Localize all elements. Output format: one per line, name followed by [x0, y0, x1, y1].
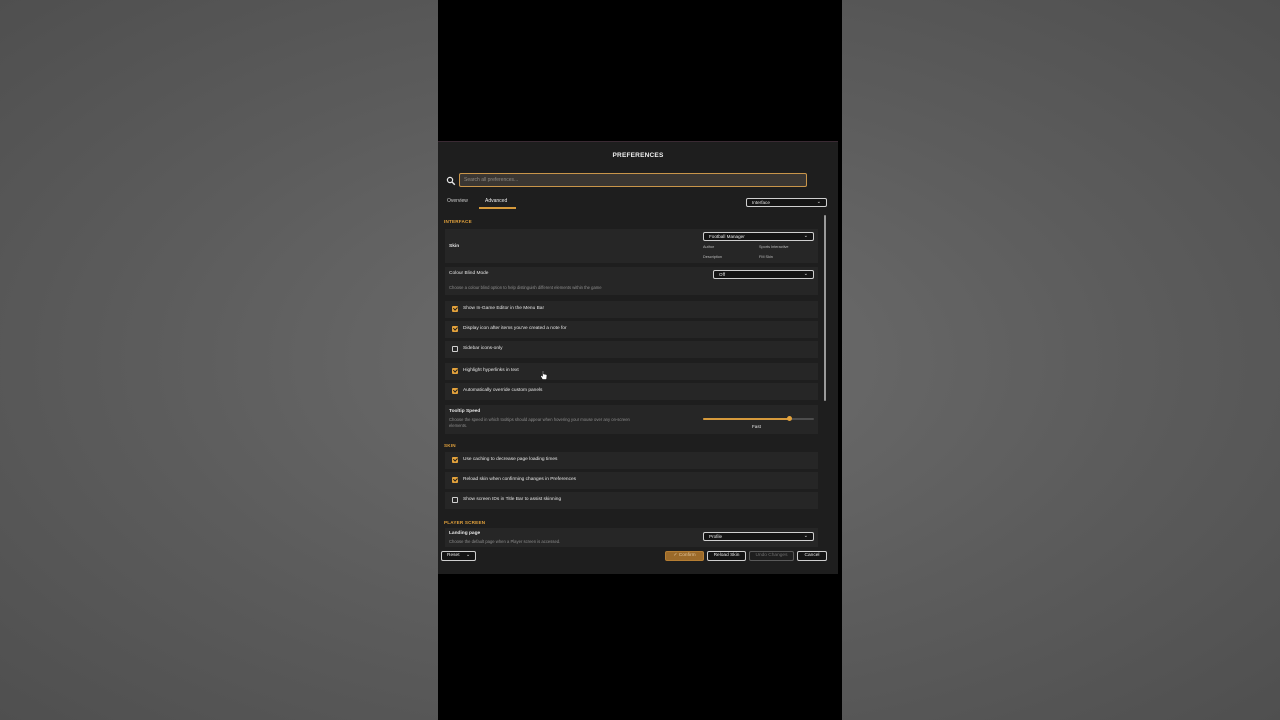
confirm-button[interactable]: ✓ Confirm: [665, 551, 704, 561]
checkbox-label: Show screen IDs in Title Bar to assist s…: [463, 497, 562, 502]
scrollbar[interactable]: [824, 215, 826, 401]
skin-dropdown-value: Football Manager: [709, 234, 745, 239]
search-input[interactable]: [459, 173, 807, 187]
skin-author-value: Sports Interactive: [759, 245, 789, 249]
section-heading-skin: SKIN: [444, 443, 456, 448]
checkbox-unchecked[interactable]: [452, 497, 458, 503]
checkbox-label: Reload skin when confirming changes in P…: [463, 477, 577, 482]
checkbox-row-custom-panels[interactable]: Automatically override custom panels: [445, 383, 818, 400]
checkbox-checked[interactable]: [452, 306, 458, 312]
checkbox-label: Display icon after items you've created …: [463, 326, 567, 331]
skin-description-label: Description: [703, 255, 722, 259]
skin-label: Skin: [449, 244, 460, 249]
checkbox-label: Highlight hyperlinks in text: [463, 368, 519, 373]
preferences-dialog: PREFERENCES Overview Advanced Interface …: [438, 141, 838, 574]
category-dropdown-value: Interface: [752, 200, 770, 205]
checkbox-row-note-icon[interactable]: Display icon after items you've created …: [445, 321, 818, 338]
skin-dropdown[interactable]: Football Manager ⌄: [703, 232, 814, 241]
reset-button[interactable]: Reset ⌄: [441, 551, 476, 561]
checkbox-row-caching[interactable]: Use caching to decrease page loading tim…: [445, 452, 818, 469]
tab-advanced[interactable]: Advanced: [485, 198, 507, 204]
reload-skin-button[interactable]: Reload Skin: [707, 551, 746, 561]
colour-blind-description: Choose a colour blind option to help dis…: [449, 285, 602, 290]
section-heading-interface: INTERFACE: [444, 219, 472, 224]
checkbox-row-sidebar-icons[interactable]: Sidebar icons-only: [445, 341, 818, 358]
chevron-down-icon: ⌄: [803, 271, 808, 277]
hand-cursor-icon: [540, 370, 548, 380]
landing-page-row: Landing page Choose the default page whe…: [445, 528, 818, 547]
checkbox-checked[interactable]: [452, 457, 458, 463]
skin-description-value: FM Skin: [759, 255, 773, 259]
tooltip-speed-description-cont: elements.: [449, 423, 468, 428]
landing-page-label: Landing page: [449, 531, 481, 536]
checkbox-checked[interactable]: [452, 388, 458, 394]
checkbox-checked[interactable]: [452, 368, 458, 374]
checkbox-unchecked[interactable]: [452, 346, 458, 352]
category-dropdown[interactable]: Interface ⌄: [746, 198, 827, 207]
tooltip-speed-description: Choose the speed in which tooltips shoul…: [449, 417, 630, 422]
landing-page-dropdown-value: Profile: [709, 534, 723, 539]
checkbox-row-in-game-editor[interactable]: Show In-Game Editor in the Menu Bar: [445, 301, 818, 318]
undo-changes-button: Undo Changes: [749, 551, 794, 561]
checkbox-label: Sidebar icons-only: [463, 346, 503, 351]
tab-overview[interactable]: Overview: [447, 198, 468, 204]
tooltip-speed-value: Fast: [752, 424, 761, 429]
landing-page-description: Choose the default page when a Player sc…: [449, 539, 561, 544]
chevron-down-icon: ⌄: [803, 233, 808, 239]
checkbox-row-reload-skin[interactable]: Reload skin when confirming changes in P…: [445, 472, 818, 489]
dialog-title: PREFERENCES: [612, 152, 664, 159]
confirm-button-label: Confirm: [678, 553, 696, 558]
chevron-down-icon: ⌄: [803, 533, 808, 539]
reset-button-label: Reset: [447, 553, 460, 558]
colour-blind-dropdown[interactable]: Off ⌄: [713, 270, 814, 279]
colour-blind-row: Colour Blind Mode Choose a colour blind …: [445, 267, 818, 295]
colour-blind-dropdown-value: Off: [719, 272, 726, 277]
checkbox-label: Show In-Game Editor in the Menu Bar: [463, 306, 545, 311]
tooltip-speed-label: Tooltip Speed: [449, 409, 481, 414]
tooltip-speed-slider[interactable]: [703, 416, 814, 421]
chevron-down-icon: ⌄: [816, 199, 821, 205]
skin-author-label: Author: [703, 245, 715, 249]
colour-blind-label: Colour Blind Mode: [449, 271, 489, 276]
checkbox-label: Use caching to decrease page loading tim…: [463, 457, 558, 462]
active-tab-indicator: [479, 207, 516, 209]
section-heading-player-screen: PLAYER SCREEN: [444, 520, 486, 525]
checkbox-checked[interactable]: [452, 326, 458, 332]
landing-page-dropdown[interactable]: Profile ⌄: [703, 532, 814, 541]
search-icon: [446, 176, 456, 186]
checkbox-row-hyperlinks[interactable]: Highlight hyperlinks in text: [445, 363, 818, 380]
checkbox-checked[interactable]: [452, 477, 458, 483]
chevron-down-icon: ⌄: [465, 553, 470, 558]
checkbox-label: Automatically override custom panels: [463, 388, 543, 393]
skin-row: Skin Football Manager ⌄ Author Sports In…: [445, 229, 818, 263]
checkbox-row-screen-ids[interactable]: Show screen IDs in Title Bar to assist s…: [445, 492, 818, 509]
cancel-button[interactable]: Cancel: [797, 551, 827, 561]
slider-fill: [703, 418, 790, 420]
